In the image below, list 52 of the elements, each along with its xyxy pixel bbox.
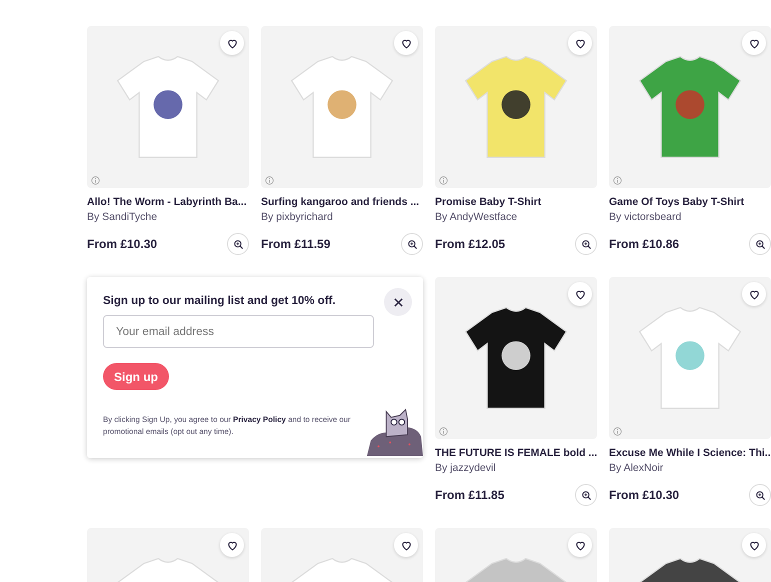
info-icon[interactable]	[439, 176, 448, 185]
favorite-button[interactable]	[742, 282, 766, 306]
favorite-button[interactable]	[220, 533, 244, 557]
info-icon[interactable]	[265, 176, 274, 185]
zoom-button[interactable]	[575, 484, 597, 506]
product-price: From £10.86	[609, 237, 680, 251]
zoom-button[interactable]	[575, 233, 597, 255]
favorite-button[interactable]	[742, 31, 766, 55]
product-price: From £10.30	[87, 237, 158, 251]
favorite-button[interactable]	[568, 533, 592, 557]
zoom-in-icon[interactable]	[580, 490, 592, 500]
product-price: From £12.05	[435, 237, 506, 251]
favorite-button[interactable]	[742, 533, 766, 557]
product-title[interactable]: Allo! The Worm - Labyrinth Ba...	[87, 196, 249, 208]
product-price: From £10.30	[609, 488, 680, 502]
info-icon[interactable]	[613, 427, 622, 436]
product-artist[interactable]: By victorsbeard	[609, 211, 771, 223]
product-artist[interactable]: By pixbyrichard	[261, 211, 423, 223]
favorite-button[interactable]	[394, 533, 418, 557]
zoom-button[interactable]	[749, 233, 771, 255]
favorite-button[interactable]	[394, 31, 418, 55]
email-input-field[interactable]: Your email address	[103, 315, 374, 348]
product-title[interactable]: Game Of Toys Baby T-Shirt	[609, 196, 771, 208]
product-image[interactable]	[435, 26, 597, 188]
zoom-in-icon[interactable]	[580, 238, 592, 250]
zoom-in-icon[interactable]	[754, 490, 766, 500]
product-artist[interactable]: By jazzydevil	[435, 462, 597, 474]
product-title[interactable]: Promise Baby T-Shirt	[435, 196, 597, 208]
product-image[interactable]	[435, 277, 597, 439]
zoom-in-icon[interactable]	[232, 238, 244, 250]
info-icon[interactable]	[91, 176, 100, 185]
product-title[interactable]: THE FUTURE IS FEMALE bold ...	[435, 447, 597, 459]
zoom-button[interactable]	[401, 233, 423, 255]
zoom-in-icon[interactable]	[754, 238, 766, 250]
info-icon[interactable]	[613, 176, 622, 185]
product-artist[interactable]: By AlexNoir	[609, 462, 771, 474]
product-artist[interactable]: By AndyWestface	[435, 211, 597, 223]
zoom-in-icon[interactable]	[406, 238, 418, 250]
close-button[interactable]	[384, 288, 412, 316]
favorite-button[interactable]	[220, 31, 244, 55]
info-icon[interactable]	[439, 427, 448, 436]
zoom-button[interactable]	[749, 484, 771, 506]
favorite-button[interactable]	[568, 282, 592, 306]
product-price: From £11.59	[261, 237, 330, 251]
product-artist[interactable]: By SandiTyche	[87, 211, 249, 223]
product-title[interactable]: Surfing kangaroo and friends ...	[261, 196, 423, 208]
popup-heading: Sign up to our mailing list and get 10% off.	[103, 295, 336, 307]
zoom-button[interactable]	[227, 233, 249, 255]
favorite-button[interactable]	[568, 31, 592, 55]
close-icon[interactable]	[392, 296, 404, 308]
product-title[interactable]: Excuse Me While I Science: Thi...	[609, 447, 771, 459]
product-price: From £11.85	[435, 488, 504, 502]
